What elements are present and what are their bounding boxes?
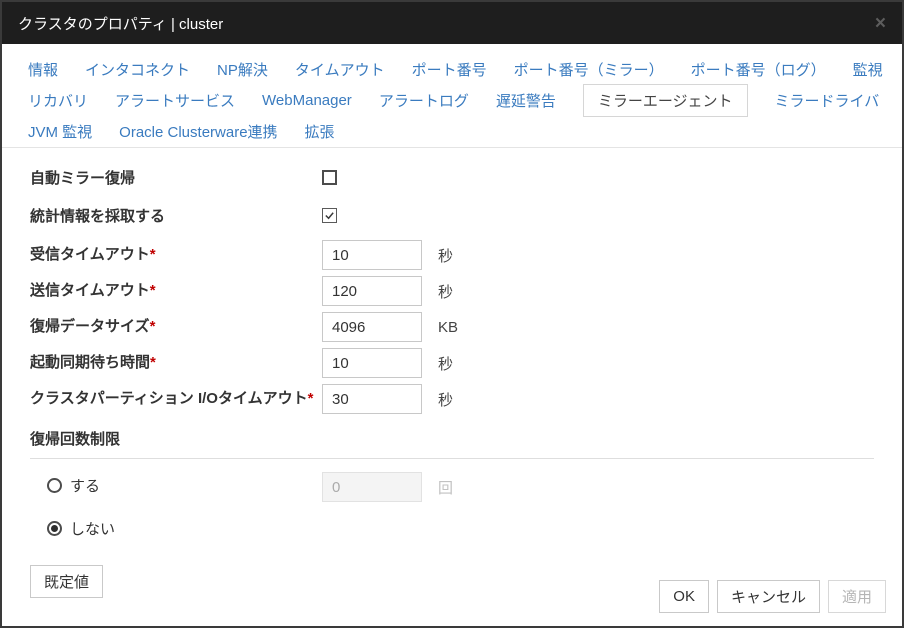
tab-port-number[interactable]: ポート番号 <box>412 59 487 80</box>
recovery-limit-off-label[interactable]: しない <box>70 518 115 539</box>
tab-row-3: JVM 監視 Oracle Clusterware連携 拡張 <box>28 116 876 147</box>
cluster-partition-io-timeout-row: クラスタパーティション I/Oタイムアウト* 秒 <box>30 384 874 414</box>
apply-button: 適用 <box>828 580 886 613</box>
tab-bar: 情報 インタコネクト NP解決 タイムアウト ポート番号 ポート番号（ミラー） … <box>2 44 902 148</box>
recovery-limit-on-label[interactable]: する <box>70 475 100 496</box>
mirror-agent-panel: 自動ミラー復帰 統計情報を採取する 受信タイムアウト* 秒 送信 <box>2 148 902 598</box>
dialog-title: クラスタのプロパティ | cluster <box>18 13 223 34</box>
collect-statistics-label: 統計情報を採取する <box>30 202 322 228</box>
tab-monitor[interactable]: 監視 <box>853 59 883 80</box>
required-mark: * <box>150 318 156 335</box>
close-icon[interactable]: × <box>875 14 886 33</box>
tab-interconnect[interactable]: インタコネクト <box>85 59 190 80</box>
startup-sync-wait-input[interactable] <box>322 348 422 378</box>
tab-mirror-driver[interactable]: ミラードライバ <box>775 90 880 111</box>
recovery-data-size-row: 復帰データサイズ* KB <box>30 312 874 342</box>
startup-sync-wait-row: 起動同期待ち時間* 秒 <box>30 348 874 378</box>
tab-mirror-agent-selected[interactable]: ミラーエージェント <box>583 84 748 117</box>
cluster-partition-io-timeout-input[interactable] <box>322 384 422 414</box>
tab-row-2: リカバリ アラートサービス WebManager アラートログ 遅延警告 ミラー… <box>28 85 876 116</box>
auto-mirror-recovery-checkbox[interactable] <box>322 170 337 185</box>
recovery-limit-on-radio[interactable] <box>47 478 62 493</box>
startup-sync-wait-label: 起動同期待ち時間* <box>30 348 322 374</box>
collect-statistics-row: 統計情報を採取する <box>30 202 874 240</box>
tab-alert-log[interactable]: アラートログ <box>379 90 469 111</box>
cluster-partition-io-timeout-unit: 秒 <box>438 389 453 410</box>
tab-port-number-mirror[interactable]: ポート番号（ミラー） <box>514 59 664 80</box>
recovery-limit-section-header: 復帰回数制限 <box>30 428 874 459</box>
cancel-button[interactable]: キャンセル <box>717 580 820 613</box>
recovery-limit-count-unit: 回 <box>438 477 453 498</box>
startup-sync-wait-unit: 秒 <box>438 353 453 374</box>
auto-mirror-recovery-label: 自動ミラー復帰 <box>30 164 322 190</box>
dialog-titlebar: クラスタのプロパティ | cluster × <box>2 2 902 44</box>
tab-recovery[interactable]: リカバリ <box>28 90 88 111</box>
tab-timeout[interactable]: タイムアウト <box>295 59 385 80</box>
cluster-partition-io-timeout-label: クラスタパーティション I/Oタイムアウト* <box>30 384 322 410</box>
collect-statistics-checkbox[interactable] <box>322 208 337 223</box>
recovery-limit-count-input <box>322 472 422 502</box>
default-values-button[interactable]: 既定値 <box>30 565 103 598</box>
recovery-limit-on-row: する 回 <box>47 472 874 502</box>
tab-row-1: 情報 インタコネクト NP解決 タイムアウト ポート番号 ポート番号（ミラー） … <box>28 54 876 85</box>
tab-jvm-monitor[interactable]: JVM 監視 <box>28 121 92 142</box>
send-timeout-unit: 秒 <box>438 281 453 302</box>
send-timeout-input[interactable] <box>322 276 422 306</box>
tab-alert-service[interactable]: アラートサービス <box>115 90 235 111</box>
tab-port-number-log[interactable]: ポート番号（ログ） <box>691 59 826 80</box>
dialog-footer: OK キャンセル 適用 <box>659 580 886 613</box>
tab-delay-warning[interactable]: 遅延警告 <box>496 90 556 111</box>
tab-np-resolution[interactable]: NP解決 <box>217 59 268 80</box>
required-mark: * <box>308 390 314 407</box>
cluster-properties-dialog: クラスタのプロパティ | cluster × 情報 インタコネクト NP解決 タ… <box>0 0 904 628</box>
receive-timeout-label: 受信タイムアウト* <box>30 240 322 266</box>
recovery-data-size-input[interactable] <box>322 312 422 342</box>
receive-timeout-input[interactable] <box>322 240 422 270</box>
tab-extension[interactable]: 拡張 <box>305 121 335 142</box>
tab-webmanager[interactable]: WebManager <box>262 92 352 109</box>
tab-info[interactable]: 情報 <box>28 59 58 80</box>
send-timeout-row: 送信タイムアウト* 秒 <box>30 276 874 306</box>
receive-timeout-unit: 秒 <box>438 245 453 266</box>
tab-oracle-clusterware[interactable]: Oracle Clusterware連携 <box>119 121 277 142</box>
recovery-limit-off-radio[interactable] <box>47 521 62 536</box>
required-mark: * <box>150 354 156 371</box>
send-timeout-label: 送信タイムアウト* <box>30 276 322 302</box>
required-mark: * <box>150 246 156 263</box>
recovery-limit-off-row: しない <box>47 515 874 539</box>
recovery-data-size-label: 復帰データサイズ* <box>30 312 322 338</box>
auto-mirror-recovery-row: 自動ミラー復帰 <box>30 164 874 202</box>
required-mark: * <box>150 282 156 299</box>
receive-timeout-row: 受信タイムアウト* 秒 <box>30 240 874 270</box>
recovery-data-size-unit: KB <box>438 319 458 336</box>
ok-button[interactable]: OK <box>659 580 709 613</box>
